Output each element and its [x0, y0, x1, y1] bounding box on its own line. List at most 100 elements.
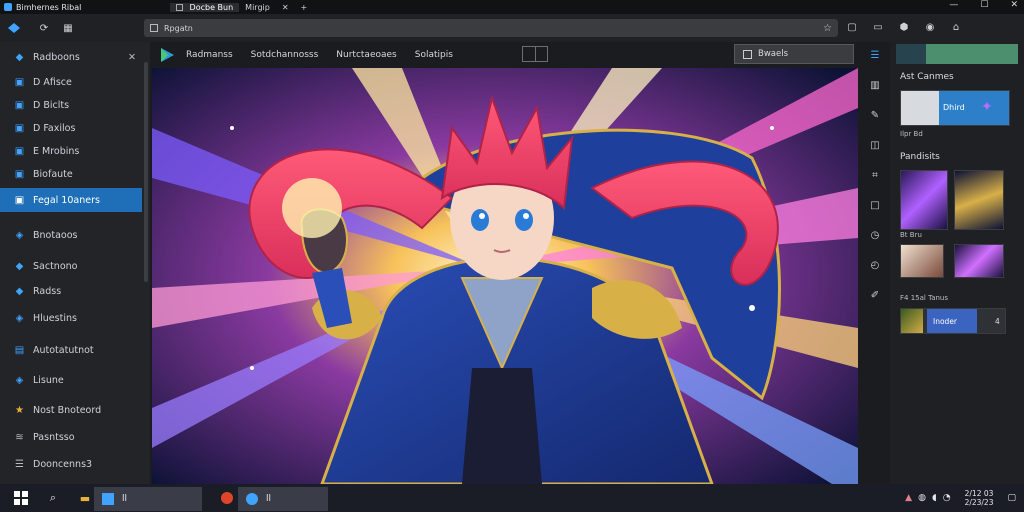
- square-icon[interactable]: □: [868, 198, 882, 212]
- sidebar-item-fegal[interactable]: ▣ Fegal 10aners: [0, 188, 142, 212]
- tag-icon: ◈: [15, 312, 24, 324]
- sidebar-item-bnotaoos[interactable]: ◈ Bnotaoos: [0, 224, 142, 246]
- taskbar-app-label: ll: [122, 494, 128, 504]
- tray-app-icon[interactable]: ▲: [905, 493, 912, 503]
- menu-nurtctaeoaes[interactable]: Nurtctaeoaes: [336, 50, 396, 60]
- windows-start-icon[interactable]: [10, 487, 32, 509]
- sidebar-scrollbar[interactable]: [144, 62, 148, 282]
- toolbar-right: ▢ ▭ ⬢ ◉ ⌂: [844, 19, 964, 35]
- sidebar-item-label: Hluestins: [33, 312, 77, 324]
- menu-solatipis[interactable]: Solatipis: [415, 50, 453, 60]
- tab-mirgip[interactable]: Mirgip: [239, 3, 276, 12]
- taskbar-app-1[interactable]: ll: [94, 487, 202, 511]
- close-window-button[interactable]: ✕: [1010, 0, 1018, 10]
- panels-button[interactable]: Bwaels: [734, 44, 854, 64]
- menu-sotdchannosss[interactable]: Sotdchannosss: [251, 50, 319, 60]
- layers-icon[interactable]: ◫: [868, 138, 882, 152]
- grid-caption-1: Bt Bru: [900, 231, 922, 239]
- close-icon[interactable]: ✕: [128, 52, 136, 63]
- tab-docbe[interactable]: Docbe Bun: [170, 2, 240, 12]
- crop-icon[interactable]: ⌗: [868, 168, 882, 182]
- brush-icon[interactable]: ✎: [868, 108, 882, 122]
- sidebar-item-label: Radboons: [33, 51, 80, 63]
- close-icon: ✕: [281, 2, 289, 12]
- tab-label: Mirgip: [245, 2, 270, 12]
- right-tool-rail: ☰ ▥ ✎ ◫ ⌗ □ ◷ ◴ ✐: [862, 42, 888, 484]
- camera-icon[interactable]: ⬢: [896, 19, 912, 35]
- stack-icon: ≋: [15, 431, 24, 443]
- app-window-icon: [102, 493, 114, 505]
- volume-icon[interactable]: ◖: [932, 493, 937, 503]
- sidebar-item-dbiclts[interactable]: ▣ D Biclts: [0, 94, 142, 116]
- timer-icon[interactable]: ◷: [868, 228, 882, 242]
- grid-thumbnail-4[interactable]: [954, 244, 1004, 278]
- sidebar-item-dafisce[interactable]: ▣ D Afisce: [0, 71, 142, 93]
- wand-icon[interactable]: ✐: [868, 288, 882, 302]
- tab-icon: [176, 3, 183, 11]
- menu-lines-icon[interactable]: ☰: [868, 48, 882, 62]
- view-toggle[interactable]: [522, 46, 548, 62]
- taskbar-app-2[interactable]: ll: [238, 487, 328, 511]
- image-icon: ▣: [14, 194, 25, 206]
- clock-time: 2/12 03: [964, 489, 994, 498]
- main-image-canvas[interactable]: [152, 68, 858, 484]
- section-title-pandisits: Pandisits: [900, 152, 940, 162]
- sidebar-item-lisune[interactable]: ◈ Lisune: [0, 369, 142, 391]
- anime-hero-artwork: [152, 68, 858, 484]
- sidebar-item-dfaxilos[interactable]: ▣ D Faxilos: [0, 117, 142, 139]
- new-tab-button[interactable]: +: [295, 3, 314, 12]
- layout-icon[interactable]: ▭: [870, 19, 886, 35]
- browser-toolbar: ⟳ ▦ Rpgatn ☆ ▢ ▭ ⬢ ◉ ⌂: [0, 14, 1024, 42]
- network-icon[interactable]: ◍: [918, 493, 926, 503]
- favorite-star-icon[interactable]: ☆: [823, 23, 832, 34]
- sidebar-item-pasntsso[interactable]: ≋ Pasntsso: [0, 426, 142, 448]
- minimize-button[interactable]: —: [949, 0, 958, 10]
- system-tray: ▲ ◍ ◖ ◔ 2/12 03 2/23/23 ▢: [905, 484, 1016, 512]
- app-logo-icon: [4, 3, 12, 11]
- panel-header-tabs[interactable]: [896, 44, 1018, 64]
- refresh-icon[interactable]: ⟳: [36, 20, 52, 36]
- sidebar-item-label: Sactnono: [33, 260, 78, 272]
- list-strip[interactable]: Inoder 4: [900, 308, 1006, 334]
- sidebar-item-label: E Mrobins: [33, 145, 80, 157]
- menu-radmanss[interactable]: Radmanss: [186, 50, 233, 60]
- chart-icon: ▤: [14, 344, 25, 356]
- account-icon[interactable]: ⌂: [948, 19, 964, 35]
- panels-button-label: Bwaels: [758, 49, 789, 59]
- sidebar-item-emrobins[interactable]: ▣ E Mrobins: [0, 140, 142, 162]
- sidebar: ◆ Radboons ✕ ▣ D Afisce ▣ D Biclts ▣ D Faxilo…: [0, 42, 150, 484]
- sidebar-item-label: Nost Bnoteord: [33, 404, 102, 416]
- strip-thumbnail: [901, 309, 923, 333]
- sidebar-item-sactnono[interactable]: ◆ Sactnono: [0, 255, 142, 277]
- sparkle-icon: ✦: [981, 99, 993, 115]
- close-tab-button[interactable]: ✕: [276, 3, 295, 12]
- sidebar-item-radss[interactable]: ◆ Radss: [0, 280, 142, 302]
- file-explorer-icon[interactable]: ▬: [74, 487, 96, 509]
- browser-fox-icon[interactable]: [216, 487, 238, 509]
- copilot-icon[interactable]: ◉: [922, 19, 938, 35]
- clock[interactable]: 2/12 03 2/23/23: [965, 489, 994, 507]
- sidebar-item-dooncenns3[interactable]: ☰ Dooncenns3: [0, 453, 142, 475]
- sidebar-item-radboons[interactable]: ◆ Radboons ✕: [0, 46, 142, 68]
- grid-icon[interactable]: ▦: [60, 20, 76, 36]
- grid-thumbnail-1[interactable]: [900, 170, 948, 230]
- search-icon[interactable]: ⌕: [42, 487, 64, 509]
- clock-icon[interactable]: ◴: [868, 258, 882, 272]
- maximize-button[interactable]: ☐: [980, 0, 988, 10]
- grid-thumbnail-2[interactable]: [954, 170, 1004, 230]
- asset-thumbnail[interactable]: Dhird ✦: [900, 90, 1010, 126]
- shield-icon[interactable]: [6, 20, 22, 36]
- sidebar-item-nost-bnoteord[interactable]: ★ Nost Bnoteord: [0, 399, 142, 421]
- notifications-icon[interactable]: ▢: [1007, 493, 1016, 503]
- address-bar[interactable]: Rpgatn ☆: [144, 19, 838, 37]
- right-panel: Ast Canmes Dhird ✦ Ilpr Bd Pandisits Bt …: [890, 42, 1024, 484]
- grid-thumbnail-3[interactable]: [900, 244, 944, 278]
- battery-icon[interactable]: ◔: [943, 493, 951, 503]
- sidebar-item-hluestins[interactable]: ◈ Hluestins: [0, 307, 142, 329]
- sidebar-item-label: Fegal 10aners: [33, 194, 100, 206]
- panel-icon[interactable]: ▥: [868, 78, 882, 92]
- address-text: Rpgatn: [164, 23, 193, 33]
- sidebar-item-autotatutnot[interactable]: ▤ Autotatutnot: [0, 339, 142, 361]
- profile-icon[interactable]: ▢: [844, 19, 860, 35]
- sidebar-item-biofaute[interactable]: ▣ Biofaute: [0, 163, 142, 185]
